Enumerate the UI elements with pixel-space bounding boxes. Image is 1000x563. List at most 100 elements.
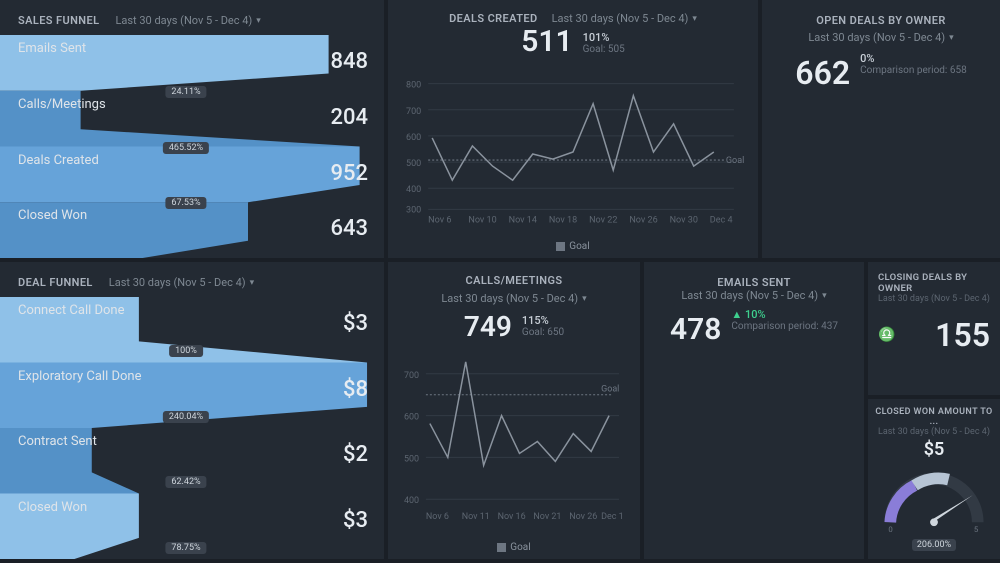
funnel-stage-pct: 465.52%	[163, 142, 209, 154]
svg-text:5: 5	[974, 525, 979, 532]
deal-funnel-period[interactable]: Last 30 days (Nov 5 - Dec 4) ▾	[109, 276, 254, 289]
calls-title: CALLS/MEETINGS	[402, 274, 626, 287]
goal-legend-label: Goal	[510, 542, 530, 553]
funnel-stage-value: 848	[330, 49, 368, 74]
funnel-stage-pct: 67.53%	[165, 197, 206, 209]
open-deals-comparison: Comparison period: 658	[860, 65, 967, 76]
funnel-stage-label: Connect Call Done	[18, 303, 125, 318]
closed-won-amount-card: CLOSED WON AMOUNT TO ... Last 30 days (N…	[868, 399, 1000, 559]
open-deals-period[interactable]: Last 30 days (Nov 5 - Dec 4) ▾	[808, 31, 953, 44]
svg-text:Nov 21: Nov 21	[533, 512, 561, 522]
svg-text:600: 600	[406, 133, 421, 143]
funnel-stage-label: Calls/Meetings	[18, 97, 106, 112]
svg-text:Nov 6: Nov 6	[428, 215, 451, 225]
funnel-stage-value: $8	[343, 377, 368, 402]
svg-text:Dec 4: Dec 4	[710, 215, 733, 225]
goal-legend[interactable]: Goal	[402, 237, 744, 254]
funnel-stage-value: $3	[343, 311, 368, 336]
goal-checkbox-icon[interactable]	[556, 242, 565, 251]
calls-period[interactable]: Last 30 days (Nov 5 - Dec 4) ▾	[402, 292, 626, 305]
emails-value: 478	[670, 312, 721, 347]
open-deals-title: OPEN DEALS BY OWNER	[816, 14, 945, 27]
funnel-stage-value: 952	[330, 161, 368, 186]
deals-created-goal: Goal: 505	[583, 44, 625, 55]
open-deals-pct: 0%	[860, 52, 967, 65]
svg-text:700: 700	[406, 107, 421, 117]
svg-text:800: 800	[406, 81, 421, 91]
svg-text:Nov 26: Nov 26	[629, 215, 657, 225]
emails-card: EMAILS SENT Last 30 days (Nov 5 - Dec 4)…	[644, 262, 864, 559]
funnel-stage-label: Contract Sent	[18, 434, 97, 449]
deal-funnel-card: DEAL FUNNEL Last 30 days (Nov 5 - Dec 4)…	[0, 262, 384, 559]
deal-funnel-title: DEAL FUNNEL	[18, 276, 93, 289]
svg-text:300: 300	[406, 205, 421, 215]
sales-funnel-chart: Emails Sent 848 24.11% Calls/Meetings 20…	[0, 35, 372, 258]
funnel-stage-value: 204	[330, 105, 368, 130]
svg-text:Goal: Goal	[601, 385, 619, 395]
open-deals-value: 662	[795, 54, 850, 92]
deals-created-value: 511	[521, 27, 572, 57]
period-label: Last 30 days (Nov 5 - Dec 4)	[109, 276, 246, 289]
period-label: Last 30 days (Nov 5 - Dec 4)	[681, 289, 818, 302]
calls-pct: 115%	[522, 314, 564, 327]
goal-legend[interactable]: Goal	[402, 538, 626, 555]
calls-chart: 700600 500400 Nov 6Nov 11Nov 16 Nov 21No…	[402, 347, 626, 538]
chevron-down-icon: ▾	[250, 278, 255, 288]
emails-title: EMAILS SENT	[717, 276, 791, 289]
svg-text:Dec 1: Dec 1	[601, 512, 624, 522]
period-label: Last 30 days (Nov 5 - Dec 4)	[115, 14, 252, 27]
closing-period[interactable]: Last 30 days (Nov 5 - Dec 4)	[878, 294, 990, 304]
chevron-down-icon: ▾	[582, 294, 587, 304]
gauge-chart: 0 5	[874, 464, 994, 532]
funnel-stage-pct: 24.11%	[165, 86, 206, 98]
svg-text:Nov 10: Nov 10	[468, 215, 496, 225]
svg-text:Nov 6: Nov 6	[426, 512, 449, 522]
deals-created-pct: 101%	[583, 31, 625, 44]
funnel-stage-label: Closed Won	[18, 208, 87, 223]
chevron-down-icon: ▾	[822, 291, 827, 301]
svg-text:Nov 16: Nov 16	[498, 512, 526, 522]
funnel-stage-pct: 240.04%	[163, 411, 209, 423]
calls-value: 749	[464, 310, 512, 343]
period-label: Last 30 days (Nov 5 - Dec 4)	[441, 292, 578, 305]
funnel-stage-label: Exploratory Call Done	[18, 369, 141, 384]
calls-card: CALLS/MEETINGS Last 30 days (Nov 5 - Dec…	[388, 262, 640, 559]
deal-funnel-chart: Connect Call Done $3 100% 240.04% Explor…	[0, 297, 372, 559]
calls-goal: Goal: 650	[522, 327, 564, 338]
svg-text:400: 400	[404, 496, 419, 506]
emails-period[interactable]: Last 30 days (Nov 5 - Dec 4) ▾	[681, 289, 826, 302]
svg-text:Nov 22: Nov 22	[589, 215, 617, 225]
open-deals-card: OPEN DEALS BY OWNER Last 30 days (Nov 5 …	[762, 0, 1000, 258]
closing-deals-card: CLOSING DEALS BY OWNER Last 30 days (Nov…	[868, 262, 1000, 395]
closing-title: CLOSING DEALS BY OWNER	[878, 272, 990, 294]
chevron-down-icon: ▾	[256, 16, 261, 26]
svg-text:400: 400	[406, 185, 421, 195]
period-label: Last 30 days (Nov 5 - Dec 4)	[808, 31, 945, 44]
sales-funnel-card: SALES FUNNEL Last 30 days (Nov 5 - Dec 4…	[0, 0, 384, 258]
deals-created-card: DEALS CREATED Last 30 days (Nov 5 - Dec …	[388, 0, 758, 258]
funnel-stage-pct: 78.75%	[165, 542, 206, 554]
funnel-stage-pct: 100%	[169, 345, 203, 357]
closed-won-period[interactable]: Last 30 days (Nov 5 - Dec 4)	[874, 427, 994, 437]
trophy-icon: ♎	[878, 327, 894, 343]
emails-growth: ▲ 10%	[731, 308, 838, 321]
svg-text:Nov 14: Nov 14	[509, 215, 537, 225]
goal-checkbox-icon[interactable]	[497, 543, 506, 552]
funnel-stage-value: $2	[343, 442, 368, 467]
deals-created-period[interactable]: Last 30 days (Nov 5 - Dec 4) ▾	[552, 12, 697, 25]
svg-text:500: 500	[404, 454, 419, 464]
funnel-stage-label: Deals Created	[18, 153, 99, 168]
gauge-pct: 206.00%	[912, 539, 956, 551]
funnel-stage-value: 643	[330, 216, 368, 241]
svg-text:500: 500	[406, 159, 421, 169]
svg-text:700: 700	[404, 371, 419, 381]
funnel-stage-label: Emails Sent	[18, 41, 86, 56]
sales-funnel-period[interactable]: Last 30 days (Nov 5 - Dec 4) ▾	[115, 14, 260, 27]
closed-won-value: $5	[874, 439, 994, 460]
emails-comparison: Comparison period: 437	[731, 321, 838, 332]
funnel-stage-value: $3	[343, 508, 368, 533]
closed-won-title: CLOSED WON AMOUNT TO ...	[874, 407, 994, 427]
chevron-down-icon: ▾	[949, 33, 954, 43]
goal-legend-label: Goal	[569, 241, 589, 252]
sales-funnel-title: SALES FUNNEL	[18, 14, 99, 27]
